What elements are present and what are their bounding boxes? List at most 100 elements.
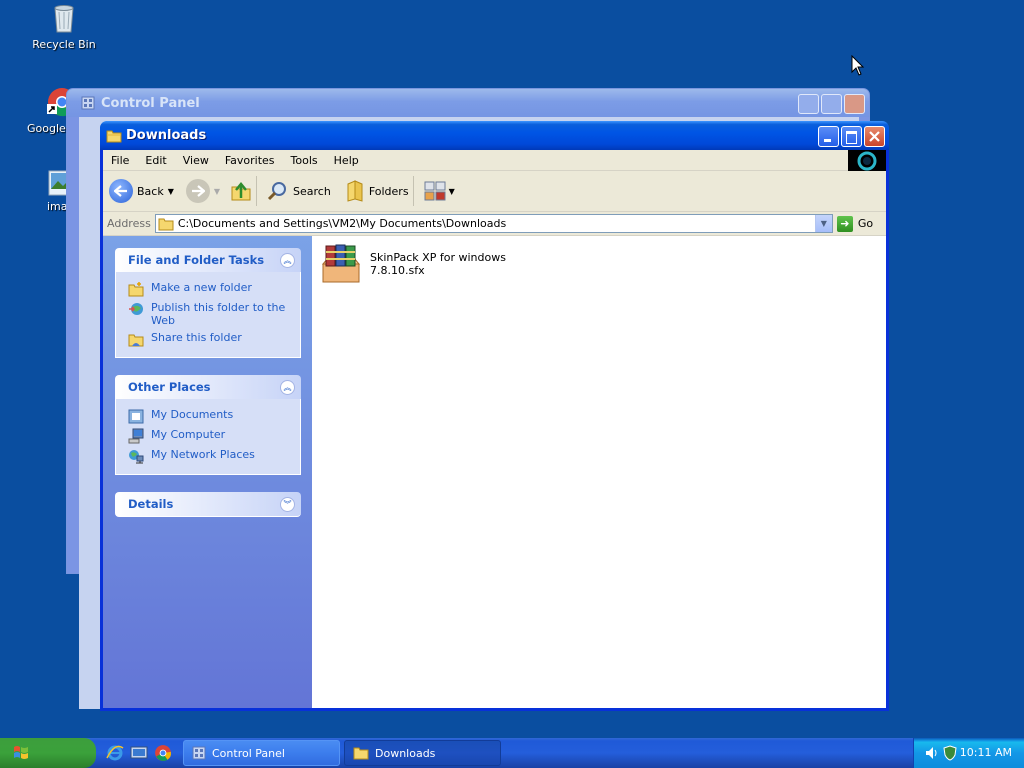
maximize-button[interactable] xyxy=(821,94,842,114)
up-folder-icon xyxy=(231,182,251,201)
internet-explorer-icon[interactable] xyxy=(106,744,124,762)
control-panel-icon xyxy=(81,96,95,110)
minimize-button[interactable] xyxy=(798,94,819,114)
details-header[interactable]: Details ︾ xyxy=(115,492,301,517)
panel-body: My Documents My Computer My Network Plac… xyxy=(115,399,301,475)
taskbar-item-control-panel[interactable]: Control Panel xyxy=(183,740,340,766)
views-button[interactable]: ▼ xyxy=(424,180,455,202)
place-my-documents[interactable]: My Documents xyxy=(128,408,292,424)
mouse-cursor-icon xyxy=(851,55,865,76)
menu-tools[interactable]: Tools xyxy=(283,154,326,167)
control-panel-titlebar[interactable]: Control Panel xyxy=(67,89,869,117)
collapse-chevron-icon[interactable]: ︽ xyxy=(280,379,295,395)
file-list-pane: SkinPack XP for windows 7.8.10.sfx xyxy=(312,236,886,708)
window-titlebar[interactable]: Downloads xyxy=(100,121,889,150)
forward-arrow-icon xyxy=(185,179,210,203)
folder-icon xyxy=(106,130,122,142)
task-label: Make a new folder xyxy=(151,281,252,294)
place-label: My Documents xyxy=(151,408,234,421)
file-folder-tasks-panel: File and Folder Tasks ︽ Make a new folde… xyxy=(115,248,301,358)
task-make-new-folder[interactable]: Make a new folder xyxy=(128,281,292,297)
task-share-folder[interactable]: Share this folder xyxy=(128,331,292,347)
go-arrow-icon: ➜ xyxy=(836,215,853,232)
forward-button[interactable]: ▼ xyxy=(185,179,220,203)
search-icon xyxy=(267,182,287,201)
maximize-button[interactable] xyxy=(841,126,862,147)
close-button[interactable] xyxy=(864,126,885,147)
dropdown-arrow-icon[interactable]: ▼ xyxy=(449,187,455,196)
windows-throbber-icon xyxy=(848,150,886,172)
recycle-bin-icon xyxy=(48,2,80,34)
place-my-network-places[interactable]: My Network Places xyxy=(128,448,292,464)
winrar-archive-icon xyxy=(321,244,361,283)
folders-button[interactable]: Folders xyxy=(345,180,409,202)
task-label: Share this folder xyxy=(151,331,242,344)
menu-view[interactable]: View xyxy=(175,154,217,167)
control-panel-icon xyxy=(192,746,206,760)
start-button[interactable] xyxy=(0,738,96,768)
task-publish-folder[interactable]: Publish this folder to the Web xyxy=(128,301,292,327)
search-label: Search xyxy=(293,184,331,198)
file-item[interactable]: SkinPack XP for windows 7.8.10.sfx xyxy=(320,244,506,284)
go-label: Go xyxy=(857,217,874,230)
close-icon xyxy=(869,131,880,142)
address-dropdown-button[interactable]: ▼ xyxy=(814,215,832,232)
folder-icon xyxy=(353,747,369,760)
window-client-area: File Edit View Favorites Tools Help Back… xyxy=(103,150,886,708)
go-button[interactable]: ➜ Go xyxy=(836,215,874,232)
file-name: SkinPack XP for windows 7.8.10.sfx xyxy=(370,251,506,284)
dropdown-arrow-icon[interactable]: ▼ xyxy=(168,187,174,196)
search-button[interactable]: Search xyxy=(267,180,331,202)
other-places-header[interactable]: Other Places ︽ xyxy=(115,375,301,399)
views-icon xyxy=(424,181,446,201)
taskbar: Control Panel Downloads 10:11 AM xyxy=(0,738,1024,768)
menu-edit[interactable]: Edit xyxy=(137,154,174,167)
minimize-icon xyxy=(824,139,831,142)
maximize-icon xyxy=(846,131,857,144)
back-button[interactable]: Back ▼ xyxy=(109,179,174,203)
file-folder-tasks-header[interactable]: File and Folder Tasks ︽ xyxy=(115,248,301,272)
collapse-chevron-icon[interactable]: ︽ xyxy=(280,252,295,268)
panel-title: File and Folder Tasks xyxy=(128,253,265,267)
folders-label: Folders xyxy=(368,184,409,198)
panel-body: Make a new folder Publish this folder to… xyxy=(115,272,301,358)
panel-title: Other Places xyxy=(128,380,211,394)
volume-icon[interactable] xyxy=(924,745,940,761)
close-button[interactable] xyxy=(844,94,865,114)
minimize-button[interactable] xyxy=(818,126,839,147)
dropdown-arrow-icon[interactable]: ▼ xyxy=(214,187,220,196)
other-places-panel: Other Places ︽ My Documents My Computer … xyxy=(115,375,301,475)
place-my-computer[interactable]: My Computer xyxy=(128,428,292,444)
window-title: Downloads xyxy=(126,128,207,143)
menu-bar: File Edit View Favorites Tools Help xyxy=(103,150,886,172)
share-folder-icon xyxy=(128,334,144,347)
downloads-window[interactable]: Downloads File Edit View Favorites Tools… xyxy=(100,121,889,711)
desktop-icon-recycle-bin[interactable]: Recycle Bin xyxy=(24,2,104,51)
menu-help[interactable]: Help xyxy=(326,154,367,167)
show-desktop-icon[interactable] xyxy=(130,744,148,762)
up-folder-button[interactable] xyxy=(230,181,252,201)
menu-file[interactable]: File xyxy=(103,154,137,167)
expand-chevron-icon[interactable]: ︾ xyxy=(280,496,295,512)
address-label: Address xyxy=(107,217,151,230)
place-label: My Network Places xyxy=(151,448,255,461)
control-panel-title: Control Panel xyxy=(101,95,200,111)
taskbar-item-downloads[interactable]: Downloads xyxy=(344,740,501,766)
my-computer-icon xyxy=(128,428,144,444)
back-label: Back xyxy=(137,184,164,198)
chrome-icon[interactable] xyxy=(154,744,172,762)
file-name-line1: SkinPack XP for windows xyxy=(370,251,506,264)
back-arrow-icon xyxy=(109,179,133,203)
taskbar-item-label: Control Panel xyxy=(212,746,285,760)
security-shield-icon[interactable] xyxy=(942,745,958,761)
task-label: Publish this folder to the Web xyxy=(151,301,286,327)
address-field[interactable]: C:\Documents and Settings\VM2\My Documen… xyxy=(154,214,833,233)
place-label: My Computer xyxy=(151,428,226,441)
file-name-line2: 7.8.10.sfx xyxy=(370,264,425,277)
toolbar-separator xyxy=(256,176,258,206)
new-folder-icon xyxy=(128,282,144,297)
panel-title: Details xyxy=(128,497,174,511)
publish-web-icon xyxy=(129,303,143,315)
menu-favorites[interactable]: Favorites xyxy=(217,154,283,167)
network-places-icon xyxy=(129,450,144,464)
